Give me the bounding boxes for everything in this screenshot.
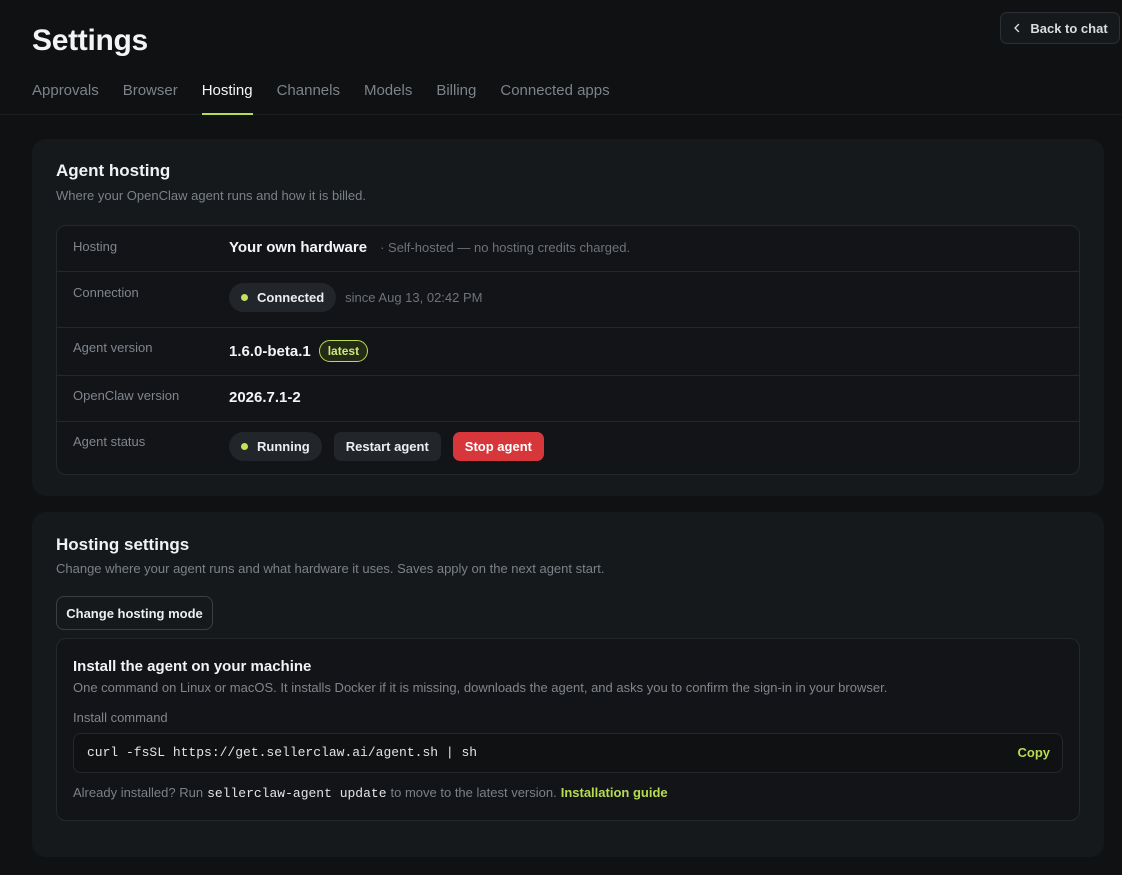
footer-suffix: to move to the latest version.: [390, 785, 557, 800]
hosting-label: Hosting: [73, 239, 118, 254]
install-command-text[interactable]: curl -fsSL https://get.sellerclaw.ai/age…: [87, 745, 477, 760]
connection-row: Connection Connected since Aug 13, 02:42…: [57, 272, 1079, 328]
agent-hosting-title: Agent hosting: [56, 161, 171, 180]
hosting-settings-title: Hosting settings: [56, 535, 190, 554]
agent-status-label: Agent status: [73, 434, 146, 449]
connection-status-badge: Connected: [229, 283, 337, 312]
agent-status-badge: Running: [229, 432, 322, 461]
agent-hosting-subtitle: Where your OpenClaw agent runs and how i…: [56, 188, 366, 203]
hosting-settings-card: Hosting settings Change where your agent…: [32, 512, 1104, 857]
install-command-label: Install command: [73, 710, 168, 725]
latest-badge: latest: [318, 340, 369, 362]
install-description: One command on Linux or macOS. It instal…: [73, 680, 888, 695]
update-command-code: sellerclaw-agent update: [207, 786, 387, 801]
status-dot-icon: [241, 294, 248, 301]
install-title: Install the agent on your machine: [73, 658, 312, 675]
installation-guide-link[interactable]: Installation guide: [561, 785, 668, 800]
copy-button[interactable]: Copy: [1018, 745, 1051, 760]
hosting-settings-subtitle: Change where your agent runs and what ha…: [56, 561, 605, 576]
connection-label: Connection: [73, 285, 139, 300]
page-title: Settings: [32, 24, 148, 57]
footer-prefix: Already installed? Run: [73, 785, 204, 800]
change-hosting-mode-button[interactable]: Change hosting mode: [56, 596, 213, 630]
hosting-info-table: Hosting Your own hardware · Self-hosted …: [56, 225, 1080, 475]
connection-status-text: Connected: [257, 290, 325, 305]
install-footer: Already installed? Run sellerclaw-agent …: [73, 785, 668, 801]
tab-models[interactable]: Models: [364, 80, 412, 115]
tab-approvals[interactable]: Approvals: [32, 80, 99, 115]
tab-hosting[interactable]: Hosting: [201, 80, 253, 115]
openclaw-version-label: OpenClaw version: [73, 388, 180, 403]
hosting-note: · Self-hosted — no hosting credits charg…: [380, 240, 631, 255]
back-to-chat-label: Back to chat: [1030, 20, 1108, 36]
restart-agent-button[interactable]: Restart agent: [333, 432, 441, 461]
connection-since: since Aug 13, 02:42 PM: [345, 290, 483, 305]
install-agent-panel: Install the agent on your machine One co…: [56, 638, 1080, 821]
agent-version-row: Agent version 1.6.0-beta.1 latest: [57, 328, 1079, 376]
back-to-chat-button[interactable]: Back to chat: [1000, 12, 1120, 44]
openclaw-version-value: 2026.7.1-2: [229, 389, 301, 406]
agent-version-label: Agent version: [73, 340, 153, 355]
chevron-left-icon: [1014, 23, 1020, 33]
stop-agent-button[interactable]: Stop agent: [452, 432, 544, 461]
install-command-box: curl -fsSL https://get.sellerclaw.ai/age…: [73, 733, 1063, 773]
settings-tabs: Approvals Browser Hosting Channels Model…: [32, 80, 610, 115]
agent-hosting-card: Agent hosting Where your OpenClaw agent …: [32, 139, 1104, 496]
agent-status-row: Agent status Running Restart agent Stop …: [57, 422, 1079, 474]
tab-connected-apps[interactable]: Connected apps: [500, 80, 609, 115]
settings-header: Settings Back to chat Approvals Browser …: [0, 0, 1122, 115]
tab-browser[interactable]: Browser: [123, 80, 178, 115]
hosting-value: Your own hardware: [229, 239, 368, 256]
tab-billing[interactable]: Billing: [436, 80, 476, 115]
tab-channels[interactable]: Channels: [277, 80, 340, 115]
openclaw-version-row: OpenClaw version 2026.7.1-2: [57, 376, 1079, 422]
status-dot-icon: [241, 443, 248, 450]
agent-status-text: Running: [257, 439, 310, 454]
hosting-row: Hosting Your own hardware · Self-hosted …: [57, 226, 1079, 272]
agent-version-value: 1.6.0-beta.1: [229, 342, 311, 360]
